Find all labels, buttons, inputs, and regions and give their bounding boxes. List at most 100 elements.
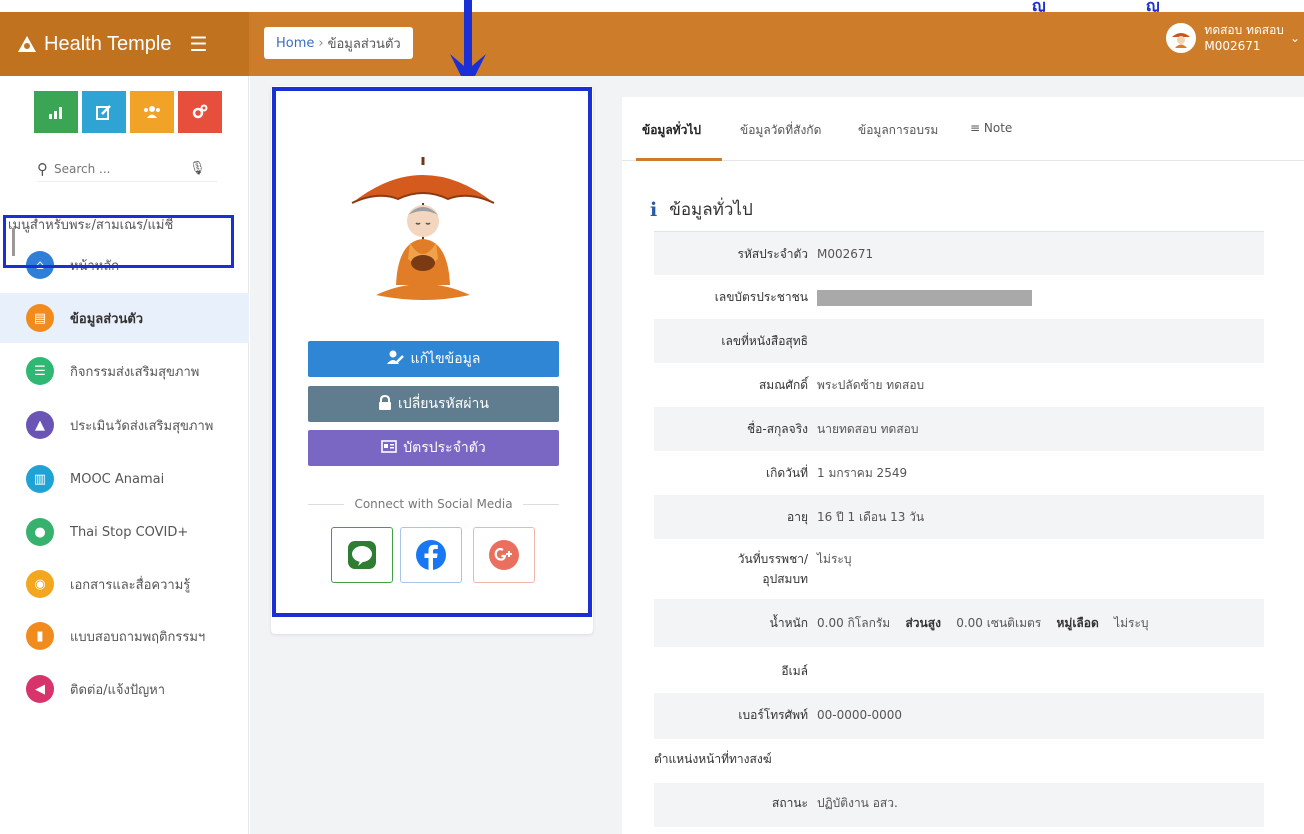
redacted-value — [817, 289, 1032, 306]
sidebar-item-temple-assessment[interactable]: ▲ ประเมินวัดส่งเสริมสุขภาพ — [0, 400, 249, 450]
settings-button[interactable] — [178, 91, 222, 133]
social-media-heading: Connect with Social Media — [308, 497, 560, 511]
database-icon: ≡ — [970, 121, 981, 135]
change-password-button[interactable]: เปลี่ยนรหัสผ่าน — [308, 386, 559, 422]
connect-line-button[interactable] — [331, 527, 393, 583]
tab-training[interactable]: ข้อมูลการอบรม — [858, 121, 938, 140]
info-row-status: สถานะ ปฏิบัติงาน อสว. — [654, 783, 1264, 827]
sidebar-item-thai-stop-covid[interactable]: ● Thai Stop COVID+ — [0, 507, 249, 557]
edit-button[interactable] — [82, 91, 126, 133]
field-value: M002671 — [817, 247, 874, 261]
users-button[interactable] — [130, 91, 174, 133]
field-label: ตำแหน่งหน้าที่ทางสงฆ์ — [654, 752, 772, 766]
field-label: เลขที่หนังสือสุทธิ — [721, 334, 808, 348]
sidebar-item-label: หน้าหลัก — [70, 258, 120, 274]
field-value: 16 ปี 1 เดือน 13 วัน — [817, 510, 925, 524]
chart-icon — [49, 107, 62, 119]
user-edit-icon — [386, 350, 405, 368]
cogs-icon — [192, 104, 208, 119]
sidebar-item-label: MOOC Anamai — [70, 471, 165, 487]
brand: Health Temple ☰ — [0, 12, 249, 76]
lock-icon — [378, 394, 392, 414]
monk-avatar-illustration — [351, 157, 495, 300]
height-label: ส่วนสูง — [905, 616, 941, 630]
breadcrumb-current: ข้อมูลส่วนตัว — [327, 36, 401, 52]
sidebar-item-label: ติดต่อ/แจ้งปัญหา — [70, 682, 166, 698]
breadcrumb-home[interactable]: Home — [276, 36, 314, 51]
info-row-body: น้ำหนัก 0.00 กิโลกรัม ส่วนสูง 0.00 เซนติ… — [654, 599, 1264, 647]
id-card-button[interactable]: บัตรประจำตัว — [308, 430, 559, 466]
field-value: ปฏิบัติงาน อสว. — [817, 796, 898, 810]
sidebar-item-label: Thai Stop COVID+ — [70, 524, 189, 540]
info-panel: ข้อมูลทั่วไป ข้อมูลวัดที่สังกัด ข้อมูลกา… — [622, 97, 1304, 834]
field-value: นายทดสอบ ทดสอบ — [817, 422, 919, 436]
tab-note[interactable]: ≡ Note — [970, 121, 1012, 135]
user-id: M002671 — [1204, 39, 1261, 53]
facebook-icon — [416, 540, 446, 570]
breadcrumb: Home › ข้อมูลส่วนตัว — [264, 27, 413, 59]
sidebar-item-label: แบบสอบถามพฤติกรรมฯ — [70, 629, 206, 645]
field-value: 00-0000-0000 — [817, 708, 903, 722]
sidebar-item-profile[interactable]: ▤ ข้อมูลส่วนตัว — [0, 293, 249, 343]
stats-button[interactable] — [34, 91, 78, 133]
tab-note-label: Note — [983, 121, 1013, 135]
info-icon: i — [650, 198, 658, 221]
edit-profile-label: แก้ไขข้อมูล — [410, 351, 481, 367]
field-label: ชื่อ-สกุลจริง — [747, 422, 808, 436]
user-icon: ● — [26, 518, 54, 546]
info-row-birth: เกิดวันที่ 1 มกราคม 2549 — [654, 451, 1264, 495]
sidebar-item-documents[interactable]: ◉ เอกสารและสื่อความรู้ — [0, 559, 249, 609]
field-label: เลขบัตรประชาชน — [714, 290, 808, 304]
id-card-icon — [381, 439, 398, 457]
megaphone-icon: ◀ — [26, 675, 54, 703]
sidebar-item-label: กิจกรรมส่งเสริมสุขภาพ — [70, 364, 200, 380]
edit-profile-button[interactable]: แก้ไขข้อมูล — [308, 341, 559, 377]
field-label: อีเมล์ — [781, 664, 808, 678]
top-strip: ญู ญู — [0, 0, 1304, 15]
weight-value: 0.00 กิโลกรัม — [817, 616, 891, 630]
avatar — [1166, 23, 1197, 53]
field-label-line: อุปสมบท — [762, 572, 808, 586]
field-label: สถานะ — [772, 796, 808, 810]
sidebar-item-mooc[interactable]: ▥ MOOC Anamai — [0, 454, 249, 504]
tab-active-indicator — [636, 158, 722, 161]
info-row-email: อีเมล์ — [654, 647, 1264, 693]
connect-google-button[interactable] — [473, 527, 535, 583]
quick-action-bar — [34, 91, 222, 133]
search-icon: ⚲ — [37, 159, 48, 178]
divider — [308, 503, 345, 505]
field-value: 1 มกราคม 2549 — [817, 466, 908, 480]
breadcrumb-separator: › — [318, 35, 324, 51]
blood-label: หมู่เลือด — [1056, 616, 1099, 630]
search-input[interactable] — [54, 161, 189, 176]
change-password-label: เปลี่ยนรหัสผ่าน — [398, 396, 489, 412]
user-menu[interactable]: ทดสอบ ทดสอบ M002671 ⌄ — [1166, 22, 1304, 54]
field-label: เบอร์โทรศัพท์ — [738, 708, 808, 722]
document-icon: ▮ — [26, 622, 54, 650]
active-indicator — [12, 228, 15, 256]
sidebar-item-label: เอกสารและสื่อความรู้ — [70, 577, 191, 593]
id-card-icon: ▤ — [26, 304, 54, 332]
sidebar-search: ⚲ 🎙 — [37, 156, 217, 182]
blood-value: ไม่ระบุ — [1114, 616, 1149, 630]
field-label: สมณศักดิ์ — [758, 378, 808, 392]
home-icon: ⌂ — [26, 251, 54, 279]
tab-temple[interactable]: ข้อมูลวัดที่สังกัด — [740, 121, 821, 140]
microphone-icon[interactable]: 🎙 — [189, 161, 206, 176]
social-media-title: Connect with Social Media — [354, 497, 513, 511]
users-icon — [144, 106, 160, 118]
info-row-position: ตำแหน่งหน้าที่ทางสงฆ์ — [654, 739, 1264, 783]
field-value — [817, 287, 1032, 307]
sidebar-item-home[interactable]: ⌂ หน้าหลัก — [0, 240, 249, 290]
info-row-age: อายุ 16 ปี 1 เดือน 13 วัน — [654, 495, 1264, 539]
field-label: วันที่บรรพชา/ อุปสมบท — [738, 549, 808, 589]
sidebar-item-questionnaire[interactable]: ▮ แบบสอบถามพฤติกรรมฯ — [0, 611, 249, 661]
id-card-label: บัตรประจำตัว — [403, 440, 486, 456]
chevron-down-icon[interactable]: ⌄ — [1290, 31, 1300, 45]
hamburger-icon[interactable]: ☰ — [189, 32, 207, 57]
connect-facebook-button[interactable] — [400, 527, 462, 583]
field-label: เกิดวันที่ — [765, 466, 808, 480]
tab-general[interactable]: ข้อมูลทั่วไป — [642, 121, 701, 140]
sidebar-item-contact[interactable]: ◀ ติดต่อ/แจ้งปัญหา — [0, 664, 249, 714]
sidebar-item-health-activities[interactable]: ☰ กิจกรรมส่งเสริมสุขภาพ — [0, 346, 249, 396]
